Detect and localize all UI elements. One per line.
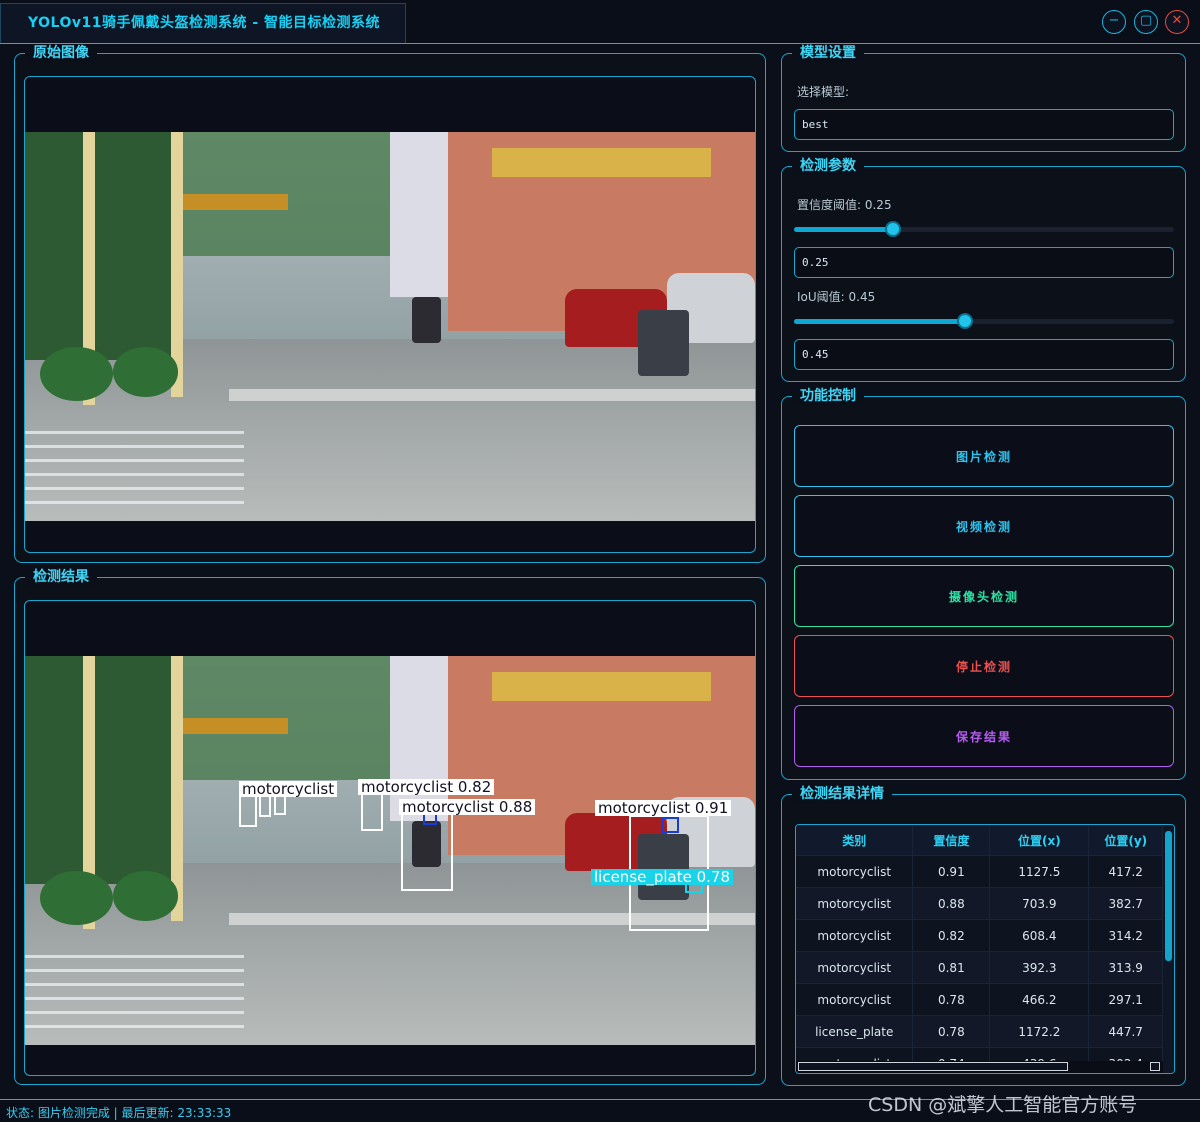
original-image: [25, 107, 755, 521]
table-row[interactable]: motorcyclist 0.78 466.2 297.1: [796, 983, 1163, 1016]
confidence-slider[interactable]: [794, 227, 1174, 232]
cell-class: motorcyclist: [796, 855, 914, 888]
results-table-grid: 类别 置信度 位置(x) 位置(y) motorcyclist 0.91 1127.…: [796, 825, 1163, 1073]
detection-result-panel: 检测结果 motorcyclist motorcyclist 0.82 moto…: [14, 568, 766, 1085]
select-model-label: 选择模型:: [797, 85, 850, 99]
cell-confidence: 0.78: [912, 983, 991, 1016]
original-image-panel: 原始图像: [14, 44, 766, 563]
cell-y: 297.1: [1088, 983, 1163, 1016]
cell-class: motorcyclist: [796, 983, 914, 1016]
cell-x: 608.4: [989, 919, 1090, 952]
status-text: 状态: 图片检测完成 | 最后更新: 23:33:33: [6, 1106, 232, 1120]
detection-box: [361, 791, 383, 831]
result-image-frame: motorcyclist motorcyclist 0.82 motorcycl…: [24, 600, 756, 1076]
table-row[interactable]: license_plate 0.78 1172.2 447.7: [796, 1015, 1163, 1048]
function-control-panel: 功能控制 图片检测 视频检测 摄像头检测 停止检测 保存结果: [781, 387, 1186, 780]
scroll-corner: [1150, 1062, 1160, 1071]
header-x[interactable]: 位置(x): [989, 825, 1090, 856]
cell-x: 1172.2: [989, 1015, 1090, 1048]
window-title: YOLOv11骑手佩戴头盔检测系统 - 智能目标检测系统: [28, 15, 381, 31]
iou-slider[interactable]: [794, 319, 1174, 324]
table-row[interactable]: motorcyclist 0.91 1127.5 417.2: [796, 855, 1163, 888]
result-image: motorcyclist motorcyclist 0.82 motorcycl…: [25, 631, 755, 1045]
vertical-scrollbar[interactable]: [1163, 825, 1174, 1073]
close-button[interactable]: ✕: [1165, 10, 1189, 34]
image-detect-button[interactable]: 图片检测: [794, 425, 1174, 487]
watermark-text: CSDN @斌擎人工智能官方账号: [868, 1094, 1138, 1116]
model-select[interactable]: best: [794, 109, 1174, 140]
cell-y: 314.2: [1088, 919, 1163, 952]
detection-label: motorcyclist 0.91: [595, 800, 732, 816]
detection-label: motorcyclist: [239, 781, 338, 797]
save-result-button[interactable]: 保存结果: [794, 705, 1174, 767]
cell-x: 392.3: [989, 951, 1090, 984]
cell-y: 447.7: [1088, 1015, 1163, 1048]
cell-confidence: 0.88: [912, 887, 991, 920]
table-row[interactable]: motorcyclist 0.81 392.3 313.9: [796, 951, 1163, 984]
vertical-scrollbar-thumb[interactable]: [1165, 831, 1172, 961]
camera-detect-button[interactable]: 摄像头检测: [794, 565, 1174, 627]
iou-slider-fill: [794, 319, 965, 324]
detection-params-panel: 检测参数 置信度阈值: 0.25 0.25 IoU阈值: 0.45 0.45: [781, 157, 1186, 382]
header-y[interactable]: 位置(y): [1088, 825, 1163, 856]
cell-class: motorcyclist: [796, 951, 914, 984]
confidence-input[interactable]: 0.25: [794, 247, 1174, 278]
header-confidence[interactable]: 置信度: [912, 825, 991, 856]
results-table[interactable]: 类别 置信度 位置(x) 位置(y) motorcyclist 0.91 1127.…: [795, 824, 1175, 1074]
cell-x: 1127.5: [989, 855, 1090, 888]
function-control-title: 功能控制: [792, 387, 864, 405]
iou-label: IoU阈值: 0.45: [797, 290, 876, 304]
maximize-button[interactable]: ▢: [1134, 10, 1158, 34]
detection-result-title: 检测结果: [25, 568, 97, 586]
table-row[interactable]: motorcyclist 0.82 608.4 314.2: [796, 919, 1163, 952]
cell-y: 313.9: [1088, 951, 1163, 984]
cell-confidence: 0.81: [912, 951, 991, 984]
header-class[interactable]: 类别: [796, 825, 914, 856]
confidence-label: 置信度阈值: 0.25: [797, 198, 892, 212]
cell-y: 382.7: [1088, 887, 1163, 920]
horizontal-scrollbar[interactable]: [796, 1061, 1163, 1073]
detection-label: license_plate 0.78: [591, 869, 734, 885]
minimize-button[interactable]: −: [1102, 10, 1126, 34]
cell-class: license_plate: [796, 1015, 914, 1048]
original-image-frame: [24, 76, 756, 553]
helmet-box: [661, 817, 679, 833]
cell-confidence: 0.78: [912, 1015, 991, 1048]
cell-y: 417.2: [1088, 855, 1163, 888]
video-detect-button[interactable]: 视频检测: [794, 495, 1174, 557]
cell-confidence: 0.82: [912, 919, 991, 952]
confidence-slider-fill: [794, 227, 893, 232]
confidence-slider-handle[interactable]: [884, 221, 901, 237]
detection-details-title: 检测结果详情: [792, 785, 892, 803]
detection-label: motorcyclist 0.88: [399, 799, 536, 815]
iou-input[interactable]: 0.45: [794, 339, 1174, 370]
detection-details-panel: 检测结果详情 类别 置信度 位置(x) 位置(y) motorcyclist 0.…: [781, 785, 1186, 1086]
iou-slider-handle[interactable]: [957, 313, 973, 329]
cell-confidence: 0.91: [912, 855, 991, 888]
cell-x: 466.2: [989, 983, 1090, 1016]
stop-detect-button[interactable]: 停止检测: [794, 635, 1174, 697]
table-row[interactable]: motorcyclist 0.88 703.9 382.7: [796, 887, 1163, 920]
cell-x: 703.9: [989, 887, 1090, 920]
detection-label: motorcyclist 0.82: [358, 779, 495, 795]
horizontal-scrollbar-thumb[interactable]: [798, 1062, 1068, 1071]
model-settings-title: 模型设置: [792, 44, 864, 62]
cell-class: motorcyclist: [796, 919, 914, 952]
original-image-title: 原始图像: [25, 44, 97, 62]
model-settings-panel: 模型设置 选择模型: best: [781, 44, 1186, 152]
cell-class: motorcyclist: [796, 887, 914, 920]
detection-params-title: 检测参数: [792, 157, 864, 175]
